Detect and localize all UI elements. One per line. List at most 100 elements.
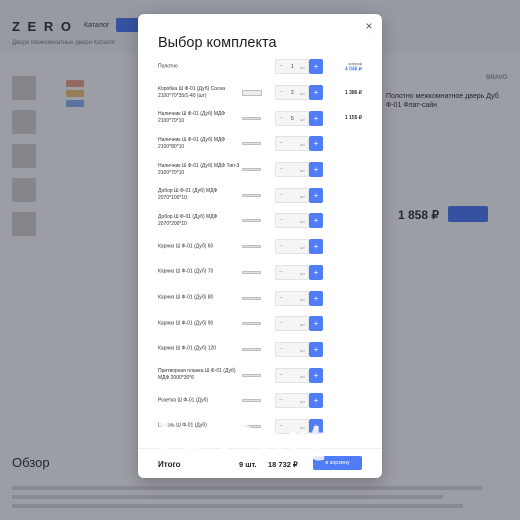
plus-icon[interactable]: + [309, 264, 323, 280]
plus-icon[interactable]: + [309, 162, 323, 178]
quantity-stepper[interactable]: − шт [275, 367, 309, 383]
item-name: Карниз Ш Ф-01 (Дуб) 60 [158, 243, 214, 250]
quantity-stepper[interactable]: − шт [275, 264, 309, 280]
kit-selection-modal: × Выбор комплекта Полотно −1 шт +1 999 ₽4 0… [138, 14, 382, 478]
unit-label: шт [299, 65, 305, 71]
item-name: Розетка Ш Ф-01 (Дуб) [158, 397, 209, 404]
quantity-input[interactable]: 2 [291, 86, 294, 101]
minus-icon[interactable]: − [279, 343, 283, 357]
kit-item-row: Полотно −1 шт +1 999 ₽4 046 ₽ [138, 54, 382, 80]
plus-icon[interactable]: + [309, 59, 323, 75]
item-thumbnail-icon [242, 193, 261, 197]
kit-item-row: Наличник Ш Ф-01 (Дуб) МДФ Тип-3 2100*70*… [138, 157, 382, 183]
plus-icon[interactable]: + [309, 290, 323, 306]
kit-item-row: Розетка Ш Ф-01 (Дуб) − шт + [138, 388, 382, 414]
kit-item-row: Добор Ш Ф-01 (Дуб) МДФ 2070*200*10 − шт + [138, 208, 382, 234]
item-thumbnail-icon [242, 142, 261, 146]
kit-item-row: Карниз Ш Ф-01 (Дуб) 90 − шт + [138, 311, 382, 337]
minus-icon[interactable]: − [279, 60, 283, 74]
plus-icon[interactable]: + [309, 316, 323, 332]
item-thumbnail-icon [242, 373, 261, 377]
item-name: Наличник Ш Ф-01 (Дуб) МДФ Тип-3 2100*70*… [158, 162, 240, 176]
minus-icon[interactable]: − [279, 240, 283, 254]
quantity-stepper[interactable]: − шт [275, 213, 309, 229]
quantity-stepper[interactable]: − шт [275, 316, 309, 332]
unit-label: шт [299, 193, 305, 199]
plus-icon[interactable]: + [309, 110, 323, 126]
plus-icon[interactable]: + [309, 367, 323, 383]
quantity-stepper[interactable]: − шт [275, 136, 309, 152]
item-thumbnail-icon [242, 245, 261, 249]
kit-item-row: Наличник Ш Ф-01 (Дуб) МДФ 2100*70*10 −5 шт… [138, 105, 382, 131]
quantity-stepper[interactable]: − шт [275, 341, 309, 357]
minus-icon[interactable]: − [279, 163, 283, 177]
quantity-stepper[interactable]: −2 шт [275, 85, 309, 101]
unit-label: шт [299, 347, 305, 353]
minus-icon[interactable]: − [279, 394, 283, 408]
minus-icon[interactable]: − [279, 292, 283, 306]
item-thumbnail-icon [242, 270, 261, 274]
item-thumbnail-icon [242, 347, 261, 351]
item-name: Добор Ш Ф-01 (Дуб) МДФ 2070*200*10 [158, 213, 218, 227]
kit-item-row: Карниз Ш Ф-01 (Дуб) 120 − шт + [138, 337, 382, 363]
item-name: Коробка Ш Ф-01 (Дуб) Сосна 2100*70*35/1-… [158, 85, 226, 99]
item-name: Карниз Ш Ф-01 (Дуб) 120 [158, 345, 217, 352]
modal-title: Выбор комплекта [158, 35, 277, 51]
plus-icon[interactable]: + [309, 136, 323, 152]
minus-icon[interactable]: − [279, 214, 283, 228]
item-thumbnail-icon [242, 116, 261, 120]
kit-item-row: Карниз Ш Ф-01 (Дуб) 80 − шт + [138, 285, 382, 311]
quantity-stepper[interactable]: −1 шт [275, 59, 309, 75]
quantity-stepper[interactable]: − шт [275, 393, 309, 409]
plus-icon[interactable]: + [309, 187, 323, 203]
unit-label: шт [299, 270, 305, 276]
unit-label: шт [299, 322, 305, 328]
item-thumbnail-icon [242, 219, 261, 223]
item-name: Добор Ш Ф-01 (Дуб) МДФ 2070*100*10 [158, 188, 218, 202]
item-name: Карниз Ш Ф-01 (Дуб) 70 [158, 268, 214, 275]
plus-icon[interactable]: + [309, 341, 323, 357]
minus-icon[interactable]: − [279, 266, 283, 280]
item-name: Наличник Ш Ф-01 (Дуб) МДФ 2100*80*10 [158, 136, 226, 150]
kit-item-row: Притворная планка Ш Ф-01 (Дуб) МДФ 2000*… [138, 362, 382, 388]
kit-item-row: Добор Ш Ф-01 (Дуб) МДФ 2070*100*10 − шт + [138, 182, 382, 208]
plus-icon[interactable]: + [309, 393, 323, 409]
quantity-stepper[interactable]: − шт [275, 239, 309, 255]
kit-item-row: Карниз Ш Ф-01 (Дуб) 60 − шт + [138, 234, 382, 260]
quantity-stepper[interactable]: − шт [275, 290, 309, 306]
unit-label: шт [299, 296, 305, 302]
quantity-stepper[interactable]: −5 шт [275, 110, 309, 127]
minus-icon[interactable]: − [279, 317, 283, 331]
item-thumbnail-icon [242, 296, 261, 300]
item-thumbnail-icon [242, 322, 261, 326]
item-price: 1 386 ₽ [344, 89, 362, 96]
item-thumbnail-icon [242, 168, 261, 172]
quantity-input[interactable]: 1 [291, 60, 294, 75]
unit-label: шт [299, 91, 305, 97]
quantity-stepper[interactable]: − шт [275, 162, 309, 178]
plus-icon[interactable]: + [309, 239, 323, 255]
item-thumbnail-icon [242, 399, 261, 403]
kit-item-row: Карниз Ш Ф-01 (Дуб) 70 − шт + [138, 260, 382, 286]
plus-icon[interactable]: + [309, 85, 323, 101]
kit-item-row: Наличник Ш Ф-01 (Дуб) МДФ 2100*80*10 − шт + [138, 131, 382, 157]
unit-label: шт [299, 219, 305, 225]
quantity-stepper[interactable]: − шт [275, 187, 309, 203]
item-name: Карниз Ш Ф-01 (Дуб) 80 [158, 294, 214, 301]
close-icon[interactable]: × [362, 19, 376, 33]
unit-label: шт [299, 116, 305, 122]
unit-label: шт [299, 142, 305, 148]
item-price: 1 155 ₽ [344, 115, 362, 122]
unit-label: шт [299, 245, 305, 251]
unit-label: шт [299, 399, 305, 405]
minus-icon[interactable]: − [279, 369, 283, 383]
minus-icon[interactable]: − [279, 86, 283, 100]
kit-item-list: Полотно −1 шт +1 999 ₽4 046 ₽ Коробка Ш Ф-01… [138, 54, 382, 439]
minus-icon[interactable]: − [279, 189, 283, 203]
minus-icon[interactable]: − [279, 112, 283, 126]
plus-icon[interactable]: + [309, 213, 323, 229]
unit-label: шт [299, 373, 305, 379]
minus-icon[interactable]: − [279, 137, 283, 151]
new-price: 4 046 ₽ [344, 66, 362, 73]
quantity-input[interactable]: 5 [291, 112, 294, 127]
